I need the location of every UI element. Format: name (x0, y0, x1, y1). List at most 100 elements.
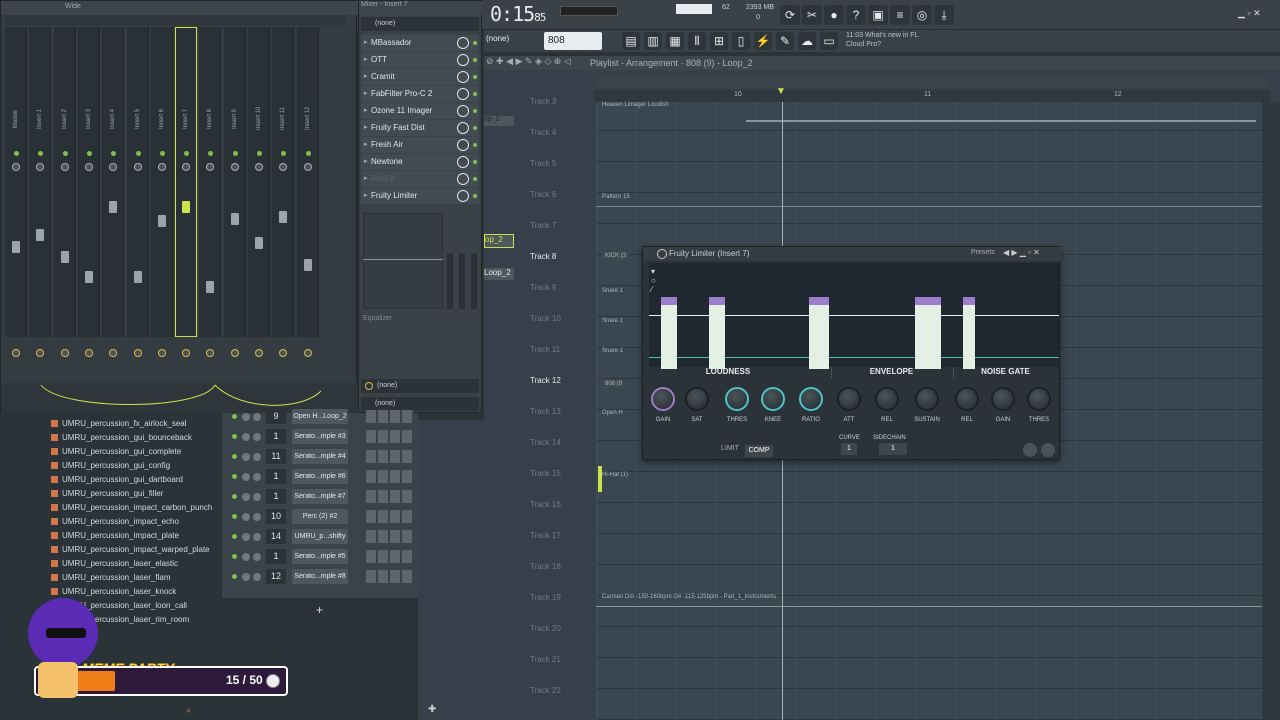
graph-tools[interactable]: ▾ ○ ⁄ (651, 267, 656, 294)
channel-led[interactable] (232, 514, 237, 519)
volume-fader[interactable] (230, 213, 239, 225)
clip-label[interactable]: Hi-Hat (1) (602, 472, 628, 478)
pan-knob[interactable] (242, 493, 250, 501)
file-icon[interactable]: ▯ (732, 32, 750, 50)
pan-knob[interactable] (242, 573, 250, 581)
strip-led[interactable] (135, 151, 141, 156)
channel-insert[interactable]: 12 (266, 569, 286, 584)
pianoroll-icon[interactable]: ▥ (644, 32, 662, 50)
fx-slot[interactable]: ▸ Fruity Limiter (361, 188, 479, 204)
browser-item[interactable]: UMRU_percussion_gui_filler (50, 489, 163, 498)
volume-knob[interactable] (253, 413, 261, 421)
mixer-strip[interactable] (272, 27, 295, 337)
clip-label[interactable]: Snare 1 (602, 288, 623, 294)
power-icon[interactable] (457, 156, 469, 168)
mixer-strip[interactable] (5, 27, 27, 337)
channel-led[interactable] (232, 554, 237, 559)
channel-name[interactable]: UMRU_p...shifty (292, 529, 348, 544)
fx-knob[interactable] (279, 349, 288, 357)
volume-fader[interactable] (84, 271, 93, 283)
volume-knob[interactable] (253, 513, 261, 521)
window-controls[interactable]: ▁ ▫ ✕ (1238, 8, 1261, 19)
track-header[interactable]: Track 22 (524, 675, 596, 706)
fx-slot[interactable]: ▸ Fresh Air (361, 137, 479, 153)
playlist-tools[interactable]: ⊘ ✚ ◀ ▶ ✎ ◈ ◇ ⊕ ◁ (486, 56, 571, 67)
track-header[interactable]: Track 19 (524, 582, 596, 613)
fx-knob[interactable] (303, 349, 312, 357)
sidechain-value[interactable]: 1 (879, 443, 907, 455)
volume-knob[interactable] (253, 573, 261, 581)
slot-led[interactable] (473, 194, 477, 198)
mic-icon[interactable]: ● (824, 5, 844, 25)
channel-name[interactable]: Serato...mple #8 (292, 569, 348, 584)
chat-icon[interactable]: ◎ (912, 5, 932, 25)
channel-name[interactable]: Serato...mple #4 (292, 449, 348, 464)
channel-rack-icon[interactable]: ▦ (666, 32, 684, 50)
channel-insert[interactable]: 14 (266, 529, 286, 544)
step-sequencer[interactable] (366, 450, 414, 463)
eq-slider[interactable] (447, 253, 453, 309)
browser-item[interactable]: UMRU_percussion_laser_knock (50, 587, 176, 596)
browser-item[interactable]: UMRU_percussion_impact_plate (51, 531, 179, 540)
mixer-strip[interactable] (77, 27, 100, 337)
pan-knob[interactable] (242, 533, 250, 541)
clip-label[interactable]: Heaven Limager Loudish (602, 102, 669, 108)
track-header[interactable]: Track 14 (524, 427, 596, 458)
browser-item[interactable]: UMRU_percussion_fx_airlock_seal (51, 419, 187, 428)
limiter-knob[interactable] (875, 387, 899, 411)
clip-label[interactable]: Snare 1 (602, 348, 623, 354)
fx-slot[interactable]: ▸ Cramit (361, 69, 479, 85)
step-sequencer[interactable] (366, 550, 414, 563)
browser-item[interactable]: UMRU_percussion_impact_warped_plate (51, 545, 210, 554)
channel-row[interactable]: 14 UMRU_p...shifty (226, 527, 416, 547)
power-icon[interactable] (457, 71, 469, 83)
slot-led[interactable] (473, 58, 477, 62)
mixer-strip[interactable] (102, 27, 125, 337)
channel-insert[interactable]: 1 (266, 489, 286, 504)
time-display[interactable]: 0:1585 (490, 2, 546, 26)
fx-slot[interactable]: ▸ Newtone (361, 154, 479, 170)
strip-led[interactable] (62, 151, 68, 156)
channel-row[interactable]: 1 Serato...mple #5 (226, 547, 416, 567)
power-icon[interactable] (457, 88, 469, 100)
fx-slot[interactable]: ▸ FabFilter Pro-C 2 (361, 86, 479, 102)
tempo-bar[interactable] (560, 6, 618, 16)
mixer-strip[interactable] (150, 27, 173, 337)
slot-led[interactable] (473, 109, 477, 113)
expand-arrow-icon[interactable]: ▸ (364, 103, 368, 119)
step-sequencer[interactable] (366, 430, 414, 443)
limiter-knob[interactable] (651, 387, 675, 411)
mixer-mode-label[interactable]: Wide (65, 3, 81, 10)
fx-knob[interactable] (206, 349, 215, 357)
channel-name[interactable]: Serato...mple #6 (292, 469, 348, 484)
volume-fader[interactable] (279, 211, 288, 223)
playlist-scrollbar[interactable] (1262, 102, 1280, 720)
limiter-title[interactable]: Fruity Limiter (Insert 7) (643, 247, 1061, 261)
mixer-strip[interactable] (53, 27, 76, 337)
volume-fader[interactable] (36, 229, 45, 241)
step-sequencer[interactable] (366, 530, 414, 543)
pan-knob[interactable] (242, 513, 250, 521)
playlist-scroll-bar[interactable] (594, 74, 1270, 88)
pan-knob[interactable] (303, 163, 312, 171)
track-header[interactable]: Track 18 (524, 551, 596, 582)
step-sequencer[interactable] (366, 490, 414, 503)
volume-fader[interactable] (182, 201, 191, 213)
limiter-knob[interactable] (1027, 387, 1051, 411)
limiter-knob[interactable] (799, 387, 823, 411)
mixer-strip[interactable] (223, 27, 246, 337)
expand-arrow-icon[interactable]: ▸ (364, 52, 368, 68)
channel-name[interactable]: Serato...mple #3 (292, 429, 348, 444)
power-icon[interactable] (457, 139, 469, 151)
slot-led[interactable] (473, 160, 477, 164)
strip-led[interactable] (86, 151, 92, 156)
browser-item[interactable]: UMRU_percussion_gui_bounceback (51, 433, 192, 442)
mixer-strip[interactable] (126, 27, 149, 337)
volume-knob[interactable] (253, 433, 261, 441)
mixer-strip[interactable] (29, 27, 52, 337)
fx-knob[interactable] (12, 349, 20, 357)
fx-slot[interactable]: ▸ Fruity Fast Dist (361, 120, 479, 136)
clip-label[interactable]: Snare 1 (602, 318, 623, 324)
pan-knob[interactable] (133, 163, 142, 171)
strip-led[interactable] (305, 151, 311, 156)
